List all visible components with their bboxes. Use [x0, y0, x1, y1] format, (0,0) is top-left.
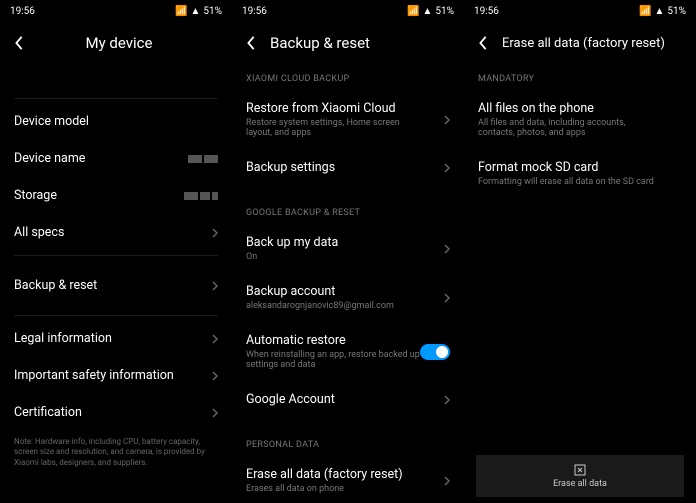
header: My device	[0, 22, 232, 64]
section-mandatory: MANDATORY	[464, 64, 696, 90]
row-erase-all-data[interactable]: Erase all data (factory reset) Erases al…	[232, 456, 464, 503]
label: All files on the phone	[478, 101, 682, 116]
statusbar-time: 19:56	[474, 6, 499, 17]
wifi-icon: ▲	[655, 6, 665, 17]
label: All specs	[14, 225, 64, 240]
chevron-right-icon	[212, 334, 218, 344]
row-safety[interactable]: Important safety information	[0, 357, 232, 394]
back-icon[interactable]	[244, 36, 258, 50]
signal-icon: 📶	[639, 6, 651, 17]
row-format-sd: Format mock SD card Formatting will eras…	[464, 149, 696, 198]
erase-icon	[573, 463, 587, 477]
section-google: GOOGLE BACKUP & RESET	[232, 186, 464, 224]
wifi-icon: ▲	[191, 6, 201, 17]
chevron-right-icon	[444, 476, 450, 486]
statusbar-right: 📶 ▲ 51%	[639, 6, 686, 17]
page-title: My device	[38, 34, 200, 52]
sublabel: Erases all data on phone	[246, 484, 426, 494]
chevron-right-icon	[444, 293, 450, 303]
wifi-icon: ▲	[423, 6, 433, 17]
signal-icon: 📶	[407, 6, 419, 17]
sublabel: Restore system settings, Home screen lay…	[246, 118, 426, 138]
section-xiaomi: XIAOMI CLOUD BACKUP	[232, 64, 464, 90]
footnote: Note: Hardware info, including CPU, batt…	[0, 431, 232, 474]
chevron-right-icon	[212, 281, 218, 291]
statusbar-right: 📶 ▲ 51%	[407, 6, 454, 17]
screen-backup-reset: 19:56 📶 ▲ 51% Backup & reset XIAOMI CLOU…	[232, 0, 464, 503]
statusbar-right: 📶 ▲ 51%	[175, 6, 222, 17]
row-all-files: All files on the phone All files and dat…	[464, 90, 696, 149]
label: Backup settings	[246, 160, 335, 175]
chevron-right-icon	[444, 395, 450, 405]
label: Important safety information	[14, 368, 174, 383]
label: Erase all data (factory reset)	[246, 467, 444, 482]
label: Google Account	[246, 392, 335, 407]
chevron-right-icon	[444, 244, 450, 254]
statusbar-time: 19:56	[242, 6, 267, 17]
row-device-model[interactable]: Device model	[0, 103, 232, 140]
row-all-specs[interactable]: All specs	[0, 214, 232, 251]
button-label: Erase all data	[553, 479, 607, 489]
chevron-right-icon	[212, 371, 218, 381]
screen-my-device: 19:56 📶 ▲ 51% My device Device model Dev…	[0, 0, 232, 503]
back-icon[interactable]	[12, 36, 26, 50]
battery-label: 51%	[435, 6, 454, 17]
statusbar: 19:56 📶 ▲ 51%	[0, 0, 232, 22]
label: Back up my data	[246, 235, 444, 250]
back-icon[interactable]	[476, 36, 490, 50]
sublabel: When reinstalling an app, restore backed…	[246, 350, 420, 370]
row-backup-reset[interactable]: Backup & reset	[0, 260, 232, 311]
chevron-right-icon	[212, 408, 218, 418]
label: Automatic restore	[246, 333, 420, 348]
erase-all-button[interactable]: Erase all data	[476, 455, 684, 497]
row-device-name[interactable]: Device name	[0, 140, 232, 177]
row-storage[interactable]: Storage	[0, 177, 232, 214]
label: Backup & reset	[14, 278, 97, 293]
row-restore-cloud[interactable]: Restore from Xiaomi Cloud Restore system…	[232, 90, 464, 149]
sublabel: aleksandarognjanovic89@gmail.com	[246, 301, 426, 311]
statusbar: 19:56 📶 ▲ 51%	[464, 0, 696, 22]
header: Backup & reset	[232, 22, 464, 64]
row-legal[interactable]: Legal information	[0, 320, 232, 357]
label: Device name	[14, 151, 85, 166]
label: Legal information	[14, 331, 112, 346]
chevron-right-icon	[444, 163, 450, 173]
label: Restore from Xiaomi Cloud	[246, 101, 444, 116]
redacted-value	[188, 155, 218, 163]
page-title: Backup & reset	[270, 34, 370, 52]
chevron-right-icon	[212, 228, 218, 238]
label: Format mock SD card	[478, 160, 682, 175]
row-automatic-restore[interactable]: Automatic restore When reinstalling an a…	[232, 322, 464, 381]
label: Certification	[14, 405, 82, 420]
label: Storage	[14, 188, 57, 203]
statusbar: 19:56 📶 ▲ 51%	[232, 0, 464, 22]
row-certification[interactable]: Certification	[0, 394, 232, 431]
toggle-auto-restore[interactable]	[420, 344, 450, 360]
battery-label: 51%	[667, 6, 686, 17]
statusbar-time: 19:56	[10, 6, 35, 17]
chevron-right-icon	[444, 115, 450, 125]
section-personal: PERSONAL DATA	[232, 418, 464, 456]
row-google-account[interactable]: Google Account	[232, 381, 464, 418]
redacted-value	[184, 192, 218, 200]
battery-label: 51%	[203, 6, 222, 17]
row-backup-account[interactable]: Backup account aleksandarognjanovic89@gm…	[232, 273, 464, 322]
sublabel: All files and data, including accounts, …	[478, 118, 658, 138]
row-backup-my-data[interactable]: Back up my data On	[232, 224, 464, 273]
screen-erase-all: 19:56 📶 ▲ 51% Erase all data (factory re…	[464, 0, 696, 503]
page-title: Erase all data (factory reset)	[502, 36, 665, 51]
label: Backup account	[246, 284, 444, 299]
sublabel: On	[246, 252, 426, 262]
row-backup-settings[interactable]: Backup settings	[232, 149, 464, 186]
label: Device model	[14, 114, 89, 129]
header: Erase all data (factory reset)	[464, 22, 696, 64]
sublabel: Formatting will erase all data on the SD…	[478, 177, 658, 187]
signal-icon: 📶	[175, 6, 187, 17]
